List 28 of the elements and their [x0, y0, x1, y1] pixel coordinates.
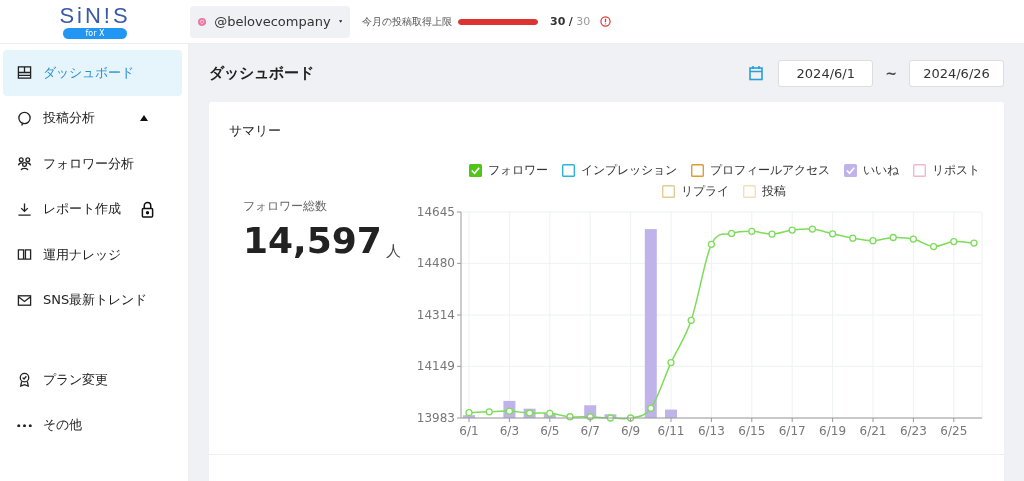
x-tick-label: 6/5 — [540, 424, 560, 438]
x-tick-label: 6/19 — [819, 424, 847, 438]
quota-label: 今月の投稿取得上限 — [362, 14, 452, 29]
range-separator: ~ — [885, 65, 897, 81]
metric-value: 14,597 — [243, 221, 382, 261]
x-tick-label: 6/25 — [940, 424, 968, 438]
x-tick-label: 6/3 — [499, 424, 520, 438]
page-title: ダッシュボード — [209, 63, 315, 83]
x-tick-label: 6/1 — [459, 424, 479, 438]
metric-unit: 人 — [385, 242, 401, 261]
y-tick-label: 14645 — [416, 205, 455, 219]
x-tick-label: 6/9 — [620, 424, 641, 438]
logo-text: SiN!S — [59, 4, 131, 28]
section-title: サマリー — [229, 122, 282, 140]
x-tick-label: 6/21 — [859, 424, 887, 438]
logo-tag: for X — [63, 28, 127, 39]
x-tick-label: 6/11 — [657, 424, 685, 438]
y-tick-label: 14149 — [416, 359, 455, 374]
x-tick-label: 6/17 — [778, 424, 806, 438]
y-tick-label: 13983 — [416, 411, 455, 425]
x-tick-label: 6/7 — [580, 424, 600, 438]
metric-label: フォロワー総数 — [243, 198, 328, 215]
x-tick-label: 6/13 — [697, 424, 725, 438]
quota-count: 30 / 30 — [550, 15, 591, 28]
x-tick-label: 6/15 — [738, 424, 766, 438]
y-tick-label: 14480 — [416, 256, 455, 271]
y-tick-label: 14314 — [416, 308, 455, 322]
x-tick-label: 6/23 — [899, 424, 927, 438]
